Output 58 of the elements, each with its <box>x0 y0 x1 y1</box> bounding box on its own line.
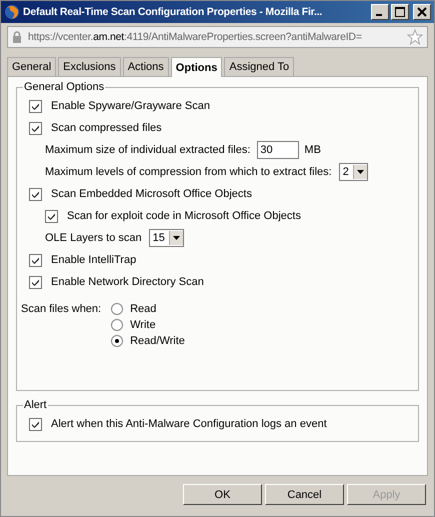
checkbox[interactable] <box>29 122 42 134</box>
field-label: Maximum size of individual extracted files: <box>45 144 250 156</box>
group-legend: General Options <box>23 81 106 93</box>
checkmark-icon <box>47 212 56 220</box>
minimize-button[interactable] <box>371 4 389 20</box>
radio-button[interactable] <box>111 335 124 347</box>
checkmark-icon <box>31 256 40 264</box>
radio-label: Read/Write <box>130 335 185 347</box>
checkbox-label: Enable IntelliTrap <box>51 254 136 266</box>
dropdown-label: Maximum levels of compression from which to extract files: <box>45 166 332 178</box>
checkmark-icon <box>31 124 40 132</box>
radio-button[interactable] <box>111 319 124 331</box>
caret-icon <box>356 170 364 174</box>
tab[interactable]: Assigned To <box>224 57 294 76</box>
checkbox[interactable] <box>29 100 42 112</box>
tab[interactable]: Options <box>170 57 222 77</box>
globe-icon <box>4 4 20 20</box>
checkbox-label: Enable Spyware/Grayware Scan <box>51 100 210 112</box>
checkbox[interactable] <box>45 210 58 222</box>
checkbox[interactable] <box>29 254 42 266</box>
radio-label: Read <box>130 303 156 315</box>
tab[interactable]: Actions <box>122 57 169 76</box>
dialog-button[interactable]: Cancel <box>265 484 344 505</box>
dropdown[interactable]: 2 <box>338 163 368 181</box>
group-legend: Alert <box>23 399 48 411</box>
checkbox-label: Scan Embedded Microsoft Office Objects <box>51 188 252 200</box>
checkbox[interactable] <box>29 188 42 200</box>
checkbox-label: Scan compressed files <box>51 122 162 134</box>
close-button[interactable] <box>413 4 431 20</box>
lock-icon <box>12 31 22 43</box>
caret-icon <box>172 236 180 240</box>
checkbox-label: Scan for exploit code in Microsoft Office Objects <box>67 210 301 222</box>
radio-button[interactable] <box>111 303 124 315</box>
window-title: Default Real-Time Scan Configuration Properties - Mozilla Fir... <box>23 6 324 18</box>
tab[interactable]: Exclusions <box>58 57 121 76</box>
url-text: https://vcenter.am.net:4119/AntiMalwareProperties.screen?antiMalwareID= <box>28 31 363 43</box>
dialog-button[interactable]: OK <box>183 484 262 505</box>
checkmark-icon <box>31 420 40 428</box>
star-icon[interactable] <box>407 29 423 45</box>
dropdown[interactable]: 15 <box>148 229 184 247</box>
radio-group-label: Scan files when: <box>21 303 102 317</box>
input-field[interactable]: 30 <box>257 141 300 159</box>
close-icon <box>417 7 427 17</box>
checkbox[interactable] <box>29 276 42 288</box>
dropdown-label: OLE Layers to scan <box>45 232 142 244</box>
checkmark-icon <box>31 102 40 110</box>
checkbox[interactable] <box>29 418 42 430</box>
checkbox-label: Enable Network Directory Scan <box>51 276 204 288</box>
checkmark-icon <box>31 190 40 198</box>
address-bar[interactable]: https://vcenter.am.net:4119/AntiMalwareProperties.screen?antiMalwareID= <box>7 26 428 48</box>
maximize-icon <box>395 7 405 17</box>
tab[interactable]: General <box>7 57 56 76</box>
checkmark-icon <box>31 278 40 286</box>
unit-label: MB <box>304 144 321 156</box>
maximize-button[interactable] <box>391 4 409 20</box>
minimize-icon <box>376 14 382 16</box>
radio-label: Write <box>130 319 156 331</box>
checkbox-label: Alert when this Anti-Malware Configuration logs an event <box>51 418 327 430</box>
